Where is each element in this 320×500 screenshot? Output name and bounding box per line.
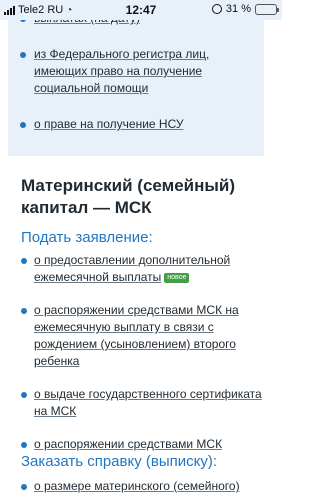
list-item[interactable]: о выдаче государственного сертификата на… <box>0 386 282 420</box>
bullet-icon <box>21 258 27 264</box>
section-title: Материнский (семейный) капитал — МСК <box>21 176 236 217</box>
services-panel: выплатах (на дату) из Федерального регис… <box>8 0 264 156</box>
list-item[interactable]: о распоряжении средствами МСК <box>0 436 282 453</box>
battery-percent: 31 % <box>225 3 251 15</box>
bullet-icon <box>21 484 27 490</box>
apply-link-additional-payment[interactable]: о предоставлении дополнительной ежемесяч… <box>34 253 230 284</box>
list-item[interactable]: из Федерального регистра лиц, имеющих пр… <box>8 46 264 97</box>
apply-heading: Подать заявление: <box>21 229 153 246</box>
service-link-nsu[interactable]: о праве на получение НСУ <box>34 117 183 131</box>
list-item[interactable]: о праве на получение НСУ <box>8 116 264 133</box>
order-link-capital-amount[interactable]: о размере материнского (семейного) <box>34 479 240 493</box>
apply-list: о предоставлении дополнительной ежемесяч… <box>0 252 282 469</box>
bullet-icon <box>21 392 27 398</box>
order-heading: Заказать справку (выписку): <box>21 453 218 470</box>
apply-link-monthly-payment[interactable]: о распоряжении средствами МСК на ежемеся… <box>34 303 239 368</box>
apply-link-certificate[interactable]: о выдаче государственного сертификата на… <box>34 387 262 418</box>
bullet-icon <box>20 122 26 128</box>
list-item[interactable]: о размере материнского (семейного) <box>0 478 282 495</box>
apply-link-disposal[interactable]: о распоряжении средствами МСК <box>34 437 222 451</box>
orientation-lock-icon <box>211 4 222 14</box>
service-link-federal-register[interactable]: из Федерального регистра лиц, имеющих пр… <box>34 47 209 95</box>
battery-icon <box>255 3 279 15</box>
bullet-icon <box>21 442 27 448</box>
list-item[interactable]: о предоставлении дополнительной ежемесяч… <box>0 252 282 286</box>
services-list: выплатах (на дату) из Федерального регис… <box>8 11 264 152</box>
bullet-icon <box>21 308 27 314</box>
status-bar: Tele2 RU ◔ 12:47 31 % <box>0 0 282 20</box>
order-list: о размере материнского (семейного) <box>0 478 282 500</box>
bullet-icon <box>20 52 26 58</box>
list-item[interactable]: о распоряжении средствами МСК на ежемеся… <box>0 302 282 370</box>
new-badge: новое <box>164 273 190 283</box>
